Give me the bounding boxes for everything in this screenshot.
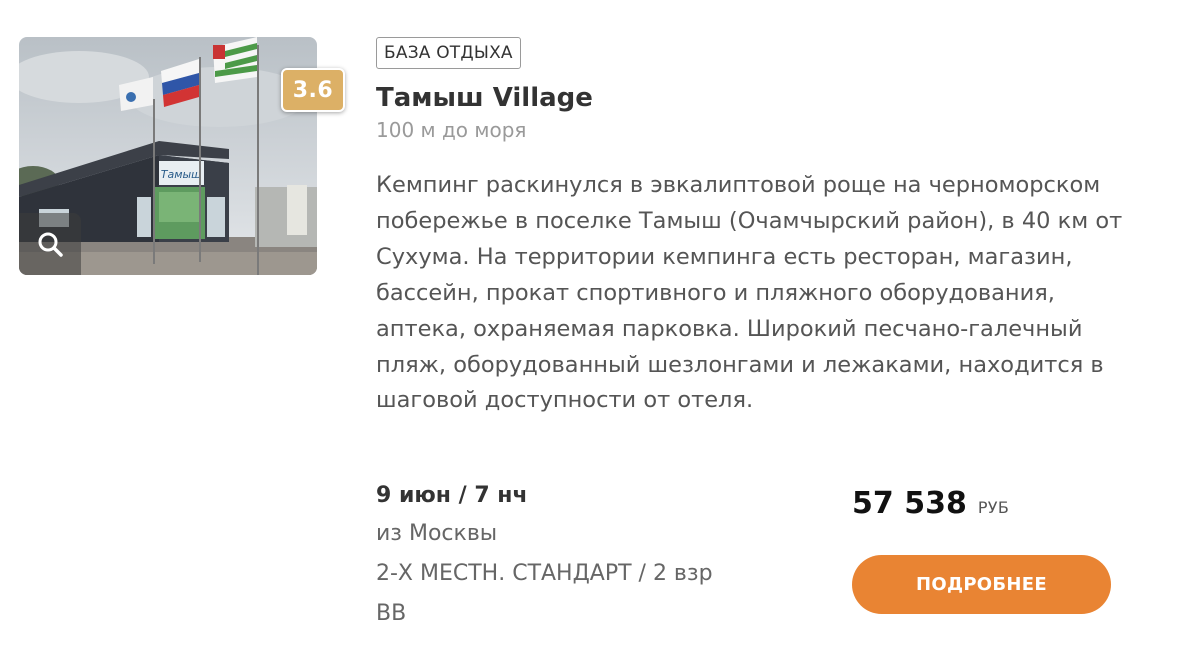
rating-badge: 3.6 [281, 68, 345, 112]
price: 57 538 РУБ [852, 486, 1009, 521]
hotel-photo[interactable]: Тамыш [19, 37, 317, 275]
tour-departure: из Москвы [376, 521, 498, 546]
tour-dates: 9 июн / 7 нч [376, 483, 528, 508]
tour-room: 2-Х МЕСТН. СТАНДАРТ / 2 взр [376, 561, 713, 586]
tour-meal: BB [376, 601, 407, 626]
hotel-card: Тамыш 3.6 БАЗА ОТДЫХА Тамыш Village 100 … [0, 0, 1200, 669]
magnifier-icon [38, 232, 63, 257]
photo-sign: Тамыш [161, 168, 202, 181]
price-currency: РУБ [977, 498, 1010, 517]
hotel-description: Кемпинг раскинулся в эвкалиптовой роще н… [376, 172, 1123, 414]
category-badge: БАЗА ОТДЫХА [376, 37, 521, 69]
more-details-button[interactable]: ПОДРОБНЕЕ [852, 555, 1111, 614]
hotel-name[interactable]: Тамыш Village [376, 78, 593, 118]
sea-distance: 100 м до моря [376, 118, 527, 142]
zoom-button[interactable] [19, 213, 81, 275]
price-amount: 57 538 [852, 486, 967, 521]
